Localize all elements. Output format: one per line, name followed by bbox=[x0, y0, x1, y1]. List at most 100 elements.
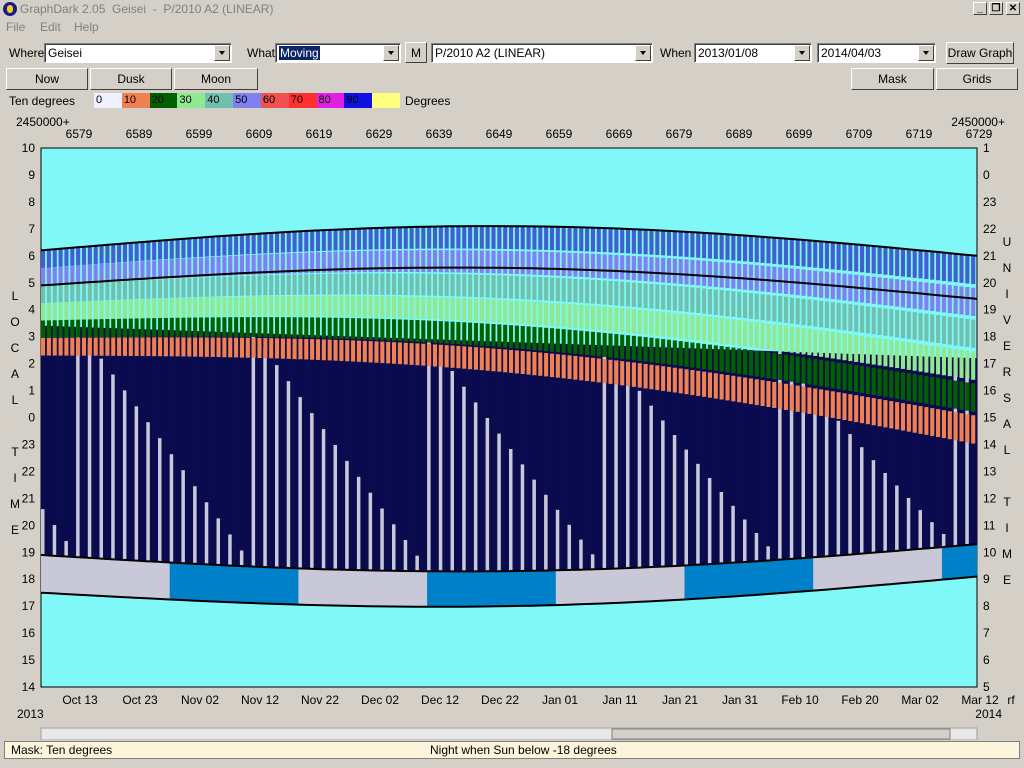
altitude-band bbox=[737, 320, 742, 346]
twilight-block bbox=[655, 566, 662, 601]
legend-swatch-label: 90 bbox=[346, 94, 359, 106]
altitude-band bbox=[444, 345, 449, 368]
twilight-block bbox=[128, 560, 135, 598]
altitude-band bbox=[819, 241, 824, 269]
altitude-band bbox=[824, 331, 829, 358]
altitude-band bbox=[222, 337, 227, 358]
moon-bar bbox=[99, 358, 104, 559]
object-select[interactable]: P/2010 A2 (LINEAR) bbox=[431, 43, 653, 63]
twilight-block bbox=[158, 561, 165, 599]
grids-button[interactable]: Grids bbox=[936, 68, 1018, 90]
altitude-band bbox=[128, 243, 133, 262]
altitude-band bbox=[620, 334, 625, 359]
altitude-band bbox=[719, 234, 724, 260]
altitude-band bbox=[760, 380, 765, 407]
altitude-band bbox=[538, 352, 543, 376]
altitude-band bbox=[58, 302, 63, 321]
altitude-band bbox=[585, 227, 590, 252]
twilight-block bbox=[321, 569, 328, 606]
ut-tick: 8 bbox=[983, 599, 990, 613]
altitude-band bbox=[280, 274, 285, 296]
altitude-band bbox=[702, 371, 707, 397]
maximize-button[interactable]: ❐ bbox=[989, 2, 1003, 15]
twilight-block bbox=[497, 571, 504, 607]
night-block bbox=[374, 337, 381, 571]
altitude-band bbox=[906, 280, 911, 309]
date-tick-label: Feb 10 bbox=[781, 693, 819, 707]
chevron-down-icon[interactable] bbox=[383, 45, 399, 61]
close-button[interactable]: ✕ bbox=[1006, 2, 1020, 15]
altitude-band bbox=[134, 261, 139, 281]
altitude-band bbox=[655, 284, 660, 310]
altitude-band bbox=[450, 250, 455, 273]
altitude-band bbox=[210, 256, 215, 277]
menu-help[interactable]: Help bbox=[74, 20, 99, 34]
altitude-band bbox=[134, 242, 139, 262]
moon-bar bbox=[544, 494, 548, 571]
menu-file[interactable]: File bbox=[6, 20, 25, 34]
date-from-select[interactable]: 2013/01/08 bbox=[694, 43, 812, 63]
altitude-band bbox=[573, 304, 578, 329]
altitude-band bbox=[473, 250, 478, 273]
night-block bbox=[538, 343, 545, 571]
altitude-band bbox=[865, 397, 870, 425]
menu-edit[interactable]: Edit bbox=[40, 20, 61, 34]
twilight-block bbox=[731, 562, 738, 597]
night-block bbox=[409, 338, 416, 572]
altitude-band bbox=[216, 317, 221, 337]
altitude-band bbox=[427, 297, 432, 320]
twilight-block bbox=[579, 569, 586, 605]
legend-swatch: 90 bbox=[344, 93, 373, 108]
twilight-block bbox=[620, 568, 627, 603]
m-button[interactable]: M bbox=[405, 42, 427, 63]
altitude-band bbox=[228, 337, 233, 358]
moon-bar bbox=[403, 540, 408, 572]
altitude-band bbox=[234, 235, 239, 255]
local-time-tick: 8 bbox=[28, 195, 35, 209]
twilight-block bbox=[421, 571, 428, 607]
draw-graph-button[interactable]: Draw Graph bbox=[946, 42, 1014, 64]
altitude-band bbox=[169, 259, 174, 279]
altitude-band bbox=[848, 334, 853, 362]
chevron-down-icon[interactable] bbox=[635, 45, 651, 61]
local-time-tick: 5 bbox=[28, 276, 35, 290]
altitude-band bbox=[912, 343, 917, 371]
altitude-band bbox=[520, 226, 525, 250]
night-block bbox=[292, 334, 299, 569]
altitude-band bbox=[356, 340, 361, 362]
altitude-band bbox=[707, 233, 712, 259]
moon-button[interactable]: Moon bbox=[174, 68, 258, 90]
twilight-block bbox=[257, 566, 264, 604]
altitude-band bbox=[409, 273, 414, 296]
what-select[interactable]: Moving bbox=[275, 43, 401, 63]
altitude-band bbox=[152, 241, 157, 260]
altitude-band bbox=[251, 234, 256, 254]
night-block bbox=[70, 326, 77, 557]
twilight-block bbox=[462, 571, 469, 607]
where-select[interactable]: Geisei bbox=[44, 43, 232, 63]
altitude-band bbox=[772, 295, 777, 322]
altitude-band bbox=[778, 296, 783, 323]
chevron-down-icon[interactable] bbox=[918, 45, 934, 61]
local-time-tick: 17 bbox=[22, 599, 36, 613]
altitude-band bbox=[520, 301, 525, 325]
now-button[interactable]: Now bbox=[6, 68, 88, 90]
altitude-band bbox=[737, 376, 742, 403]
altitude-band bbox=[953, 317, 958, 346]
altitude-band bbox=[509, 325, 514, 349]
date-to-select[interactable]: 2014/04/03 bbox=[817, 43, 936, 63]
ut-tick: 9 bbox=[983, 572, 990, 586]
night-block bbox=[93, 327, 100, 559]
altitude-band bbox=[41, 337, 46, 356]
altitude-band bbox=[965, 350, 970, 379]
chevron-down-icon[interactable] bbox=[214, 45, 230, 61]
app-icon[interactable] bbox=[3, 2, 17, 16]
twilight-block bbox=[198, 564, 206, 601]
dusk-button[interactable]: Dusk bbox=[90, 68, 172, 90]
altitude-band bbox=[801, 328, 806, 355]
altitude-band bbox=[304, 274, 309, 295]
chevron-down-icon[interactable] bbox=[794, 45, 810, 61]
legend-swatches: 0 10 20 30 40 50 60 70 80 90 bbox=[94, 93, 400, 108]
minimize-button[interactable]: _ bbox=[973, 2, 987, 15]
mask-button[interactable]: Mask bbox=[851, 68, 934, 90]
